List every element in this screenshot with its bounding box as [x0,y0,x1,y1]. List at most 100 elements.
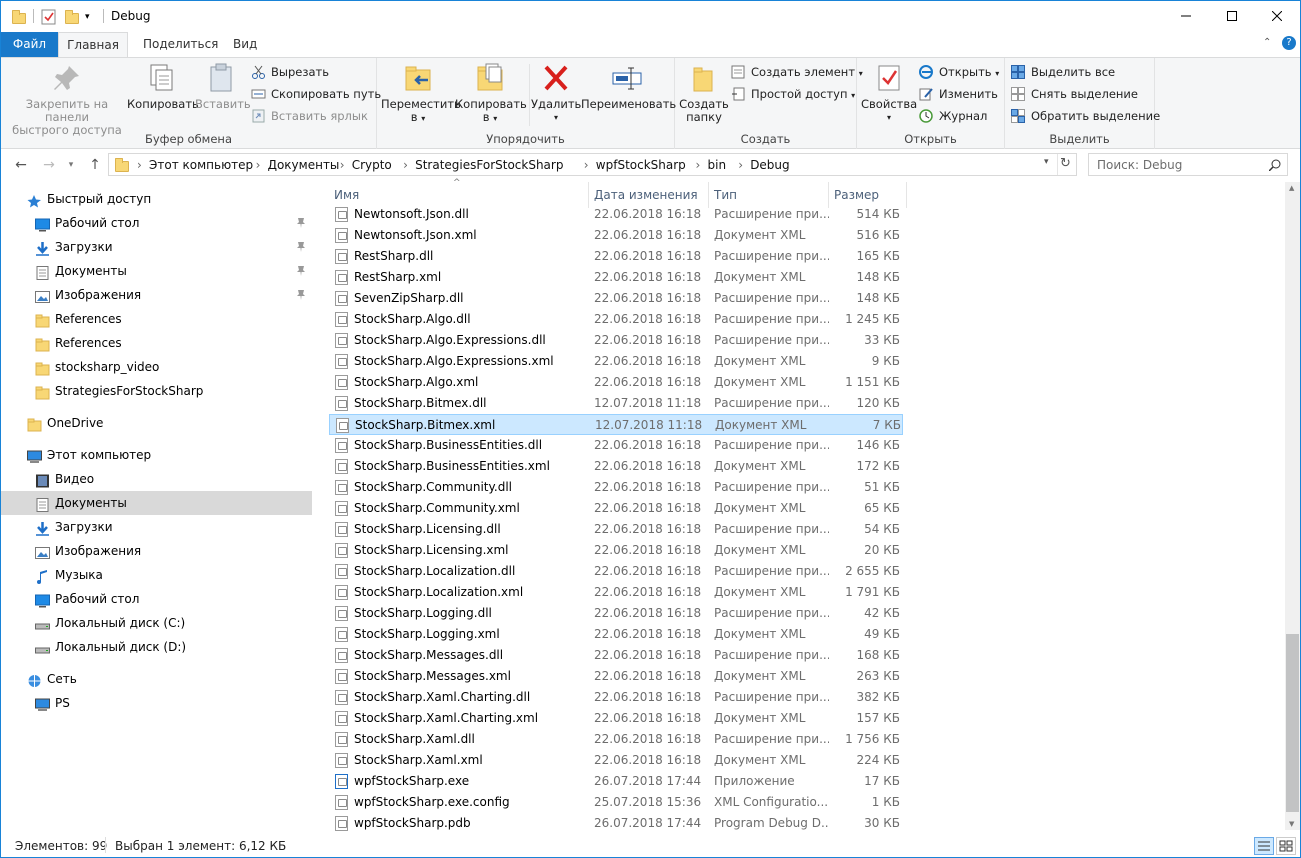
breadcrumb-item[interactable]: StrategiesForStockSharp [415,158,563,172]
scrollbar-thumb[interactable] [1286,634,1299,812]
file-row[interactable]: StockSharp.Messages.dll 22.06.2018 16:18 Р… [329,645,903,666]
nav-item[interactable]: stocksharp_video [1,355,312,379]
scroll-up-icon[interactable]: ▲ [1289,184,1294,192]
file-row[interactable]: StockSharp.Messages.xml 22.06.2018 16:18 Д… [329,666,903,687]
nav-item[interactable]: Загрузки [1,235,312,259]
breadcrumb-item[interactable]: Crypto [352,158,392,172]
new-folder-button[interactable]: Создать папку [679,62,729,124]
chevron-down-icon[interactable]: ▾ [1044,157,1049,167]
nav-item[interactable]: StrategiesForStockSharp [1,379,312,403]
nav-item[interactable]: Локальный диск (D:) [1,635,312,659]
pin-to-quick-access-button[interactable]: Закрепить на панели быстрого доступа [7,62,127,137]
refresh-icon[interactable]: ↻ [1060,156,1071,171]
file-row[interactable]: Newtonsoft.Json.dll 22.06.2018 16:18 Расши… [329,204,903,225]
paste-button[interactable]: Вставить [195,62,251,111]
breadcrumb-item[interactable]: Этот компьютер [149,158,253,172]
file-row[interactable]: StockSharp.Localization.dll 22.06.2018 16… [329,561,903,582]
paste-shortcut-button[interactable]: Вставить ярлык [251,106,368,126]
file-row[interactable]: StockSharp.BusinessEntities.dll 22.06.201… [329,435,903,456]
breadcrumb-separator-icon[interactable]: › [696,158,701,172]
nav-item[interactable]: Документы [1,259,312,283]
breadcrumb-item[interactable]: Debug [750,158,789,172]
file-row[interactable]: StockSharp.Xaml.dll 22.06.2018 16:18 Расши… [329,729,903,750]
breadcrumb-separator-icon[interactable]: › [256,158,261,172]
file-row[interactable]: wpfStockSharp.pdb 26.07.2018 17:44 Program… [329,813,903,834]
recent-locations-button[interactable]: ▾ [61,155,81,175]
file-row[interactable]: StockSharp.Licensing.dll 22.06.2018 16:18… [329,519,903,540]
nav-item[interactable]: References [1,331,312,355]
copy-path-button[interactable]: Скопировать путь [251,84,381,104]
nav-item[interactable]: Сеть [1,667,312,691]
file-row[interactable]: StockSharp.Community.dll 22.06.2018 16:18… [329,477,903,498]
help-icon[interactable]: ? [1282,36,1296,50]
chevron-up-icon[interactable]: ⌃ [1263,37,1271,48]
file-row[interactable]: StockSharp.Bitmex.dll 12.07.2018 11:18 Рас… [329,393,903,414]
file-row[interactable]: StockSharp.Licensing.xml 22.06.2018 16:18… [329,540,903,561]
file-row[interactable]: RestSharp.xml 22.06.2018 16:18 Документ XM… [329,267,903,288]
file-row[interactable]: StockSharp.Algo.Expressions.dll 22.06.201… [329,330,903,351]
nav-item[interactable]: Видео [1,467,312,491]
move-to-button[interactable]: Переместить в ▾ [381,62,461,125]
breadcrumb-separator-icon[interactable]: › [403,158,408,172]
cut-button[interactable]: Вырезать [251,62,329,82]
tab-file[interactable]: Файл [1,32,58,57]
nav-item[interactable]: Изображения [1,283,312,307]
tab-home[interactable]: Главная [58,32,128,57]
search-box[interactable]: Поиск: Debug [1088,153,1288,176]
maximize-button[interactable] [1209,1,1255,31]
file-row[interactable]: StockSharp.Localization.xml 22.06.2018 16… [329,582,903,603]
rename-button[interactable]: Переименовать [581,62,676,111]
file-row[interactable]: Newtonsoft.Json.xml 22.06.2018 16:18 Докум… [329,225,903,246]
minimize-button[interactable] [1163,1,1209,31]
nav-item[interactable]: PS [1,691,312,715]
select-none-button[interactable]: Снять выделение [1011,84,1138,104]
file-row[interactable]: StockSharp.Xaml.xml 22.06.2018 16:18 Докум… [329,750,903,771]
back-button[interactable]: ← [11,155,31,175]
file-row[interactable]: wpfStockSharp.exe 26.07.2018 17:44 Приложе… [329,771,903,792]
file-row[interactable]: SevenZipSharp.dll 22.06.2018 16:18 Расшире… [329,288,903,309]
nav-item[interactable]: Быстрый доступ [1,187,312,211]
file-row[interactable]: StockSharp.Xaml.Charting.dll 22.06.2018 1… [329,687,903,708]
nav-item[interactable]: Рабочий стол [1,587,312,611]
tab-share[interactable]: Поделиться [131,32,230,57]
tab-view[interactable]: Вид [221,32,269,57]
file-row[interactable]: StockSharp.Xaml.Charting.xml 22.06.2018 1… [329,708,903,729]
copy-button[interactable]: Копировать [127,62,199,111]
properties-button[interactable]: Свойства ▾ [861,62,917,124]
properties-icon[interactable] [41,8,57,26]
delete-button[interactable]: Удалить ▾ [531,62,581,124]
nav-item[interactable]: Рабочий стол [1,211,312,235]
new-item-button[interactable]: Создать элемент ▾ [731,62,863,82]
breadcrumb-separator-icon[interactable]: › [137,158,142,172]
breadcrumb-item[interactable]: bin [708,158,727,172]
copy-to-button[interactable]: Копировать в ▾ [455,62,527,125]
easy-access-button[interactable]: Простой доступ ▾ [731,84,855,104]
address-bar[interactable]: › Этот компьютер › Документы › Crypto › Strateg… [108,153,1077,176]
nav-item[interactable]: Документы [1,491,312,515]
nav-item[interactable]: Локальный диск (C:) [1,611,312,635]
history-button[interactable]: Журнал [919,106,987,126]
file-row[interactable]: StockSharp.Logging.xml 22.06.2018 16:18 До… [329,624,903,645]
nav-item[interactable]: Музыка [1,563,312,587]
breadcrumb-item[interactable]: Документы [268,158,340,172]
open-button[interactable]: Открыть ▾ [919,62,999,82]
scroll-down-icon[interactable]: ▼ [1289,820,1294,828]
forward-button[interactable]: → [39,155,59,175]
chevron-down-icon[interactable]: ▾ [85,8,101,26]
file-row[interactable]: StockSharp.Algo.dll 22.06.2018 16:18 Расши… [329,309,903,330]
breadcrumb-separator-icon[interactable]: › [738,158,743,172]
breadcrumb-separator-icon[interactable]: › [340,158,345,172]
file-row[interactable]: wpfStockSharp.exe.config 25.07.2018 15:36… [329,792,903,813]
nav-item[interactable]: References [1,307,312,331]
nav-item[interactable]: Этот компьютер [1,443,312,467]
details-view-button[interactable] [1254,837,1274,855]
large-icons-view-button[interactable] [1276,837,1296,855]
up-button[interactable]: ↑ [85,155,105,175]
file-row[interactable]: RestSharp.dll 22.06.2018 16:18 Расширение … [329,246,903,267]
nav-item[interactable]: Загрузки [1,515,312,539]
close-button[interactable] [1254,1,1300,31]
file-row[interactable]: StockSharp.Logging.dll 22.06.2018 16:18 Ра… [329,603,903,624]
edit-button[interactable]: Изменить [919,84,998,104]
file-row[interactable]: StockSharp.Bitmex.xml 12.07.2018 11:18 Док… [329,414,903,435]
file-row[interactable]: StockSharp.Community.xml 22.06.2018 16:18… [329,498,903,519]
